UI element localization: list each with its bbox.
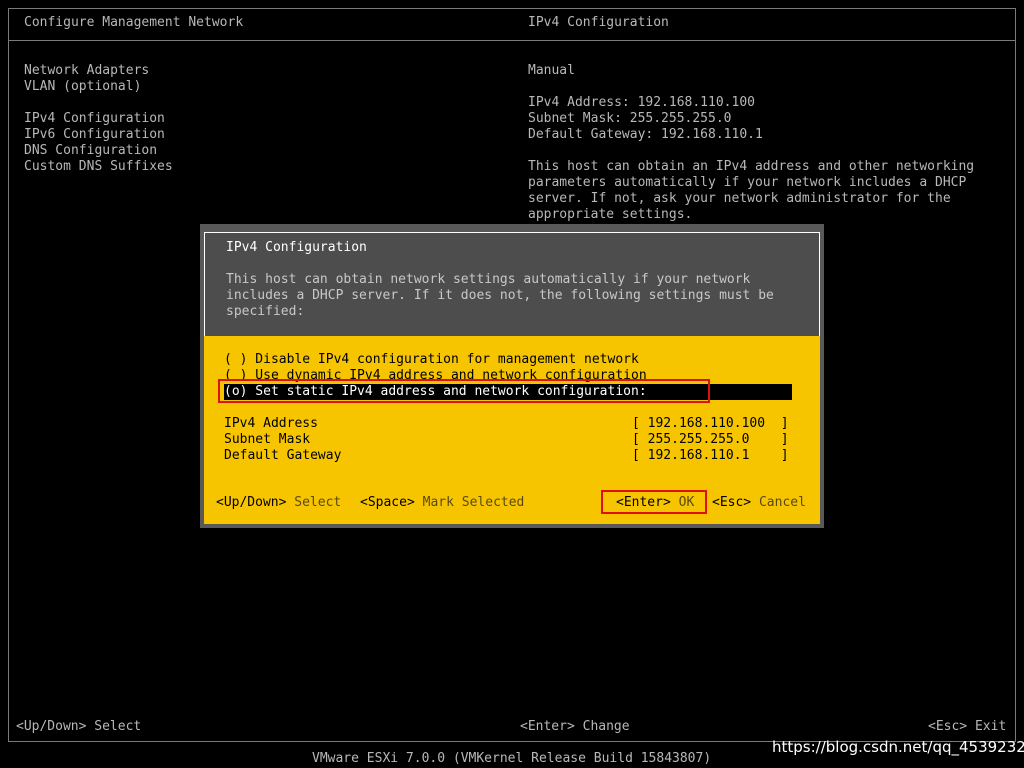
info-panel: Manual IPv4 Address: 192.168.110.100 Sub… (528, 63, 974, 223)
ipv4-address-input[interactable]: [ 192.168.110.100 ] (632, 416, 789, 432)
dialog-description: This host can obtain network settings au… (226, 272, 774, 320)
field-label-ipv4-address: IPv4 Address (224, 416, 318, 431)
dialog-title: IPv4 Configuration (226, 240, 367, 255)
dialog-header: IPv4 Configuration This host can obtain … (204, 232, 820, 336)
footer-hint-change: <Enter> Change (520, 719, 630, 734)
header-separator (8, 40, 1016, 41)
info-subnet-mask: Subnet Mask: 255.255.255.0 (528, 111, 732, 126)
watermark: https://blog.csdn.net/qq_45392321 (772, 738, 1024, 756)
key-hint-select: <Up/Down> Select (216, 495, 341, 511)
panel-title: IPv4 Configuration (528, 15, 669, 30)
menu-item-ipv4-configuration[interactable]: IPv4 Configuration (24, 111, 173, 127)
info-default-gateway: Default Gateway: 192.168.110.1 (528, 127, 763, 142)
settings-menu: Network Adapters VLAN (optional) IPv4 Co… (24, 63, 173, 175)
info-ipv4-address: IPv4 Address: 192.168.110.100 (528, 95, 755, 110)
footer-hint-exit: <Esc> Exit (928, 719, 1007, 734)
info-desc-line: appropriate settings. (528, 207, 693, 222)
key-space: <Space> (360, 495, 415, 510)
menu-item-custom-dns-suffixes[interactable]: Custom DNS Suffixes (24, 159, 173, 175)
menu-item-vlan[interactable]: VLAN (optional) (24, 79, 173, 95)
info-mode: Manual (528, 63, 575, 78)
menu-item-ipv6-configuration[interactable]: IPv6 Configuration (24, 127, 173, 143)
key-updown: <Up/Down> (216, 495, 287, 510)
key-esc-label: Cancel (758, 495, 806, 510)
field-label-subnet-mask: Subnet Mask (224, 432, 311, 447)
screen-title: Configure Management Network (24, 15, 244, 30)
key-esc: <Esc> (712, 495, 752, 510)
menu-item-dns-configuration[interactable]: DNS Configuration (24, 143, 173, 159)
dialog-desc-line: specified: (226, 304, 305, 319)
footer-hint-select: <Up/Down> Select (16, 719, 142, 734)
ipv4-config-dialog: IPv4 Configuration This host can obtain … (204, 232, 820, 524)
info-desc-line: This host can obtain an IPv4 address and… (528, 159, 975, 174)
info-desc-line: server. If not, ask your network adminis… (528, 191, 951, 206)
key-hint-mark: <Space> Mark Selected (360, 495, 524, 511)
field-label-default-gateway: Default Gateway (224, 448, 342, 463)
cancel-button[interactable]: <Esc> Cancel (712, 495, 806, 511)
menu-item-network-adapters[interactable]: Network Adapters (24, 63, 173, 79)
dialog-desc-line: includes a DHCP server. If it does not, … (226, 288, 774, 303)
option-disable-ipv4[interactable]: ( ) Disable IPv4 configuration for manag… (224, 352, 639, 368)
info-desc-line: parameters automatically if your network… (528, 175, 967, 190)
key-updown-label: Select (294, 495, 342, 510)
highlight-box-ok (601, 490, 707, 514)
default-gateway-input[interactable]: [ 192.168.110.1 ] (632, 448, 789, 464)
dialog-desc-line: This host can obtain network settings au… (226, 272, 751, 287)
version-string: VMware ESXi 7.0.0 (VMKernel Release Buil… (312, 751, 712, 766)
subnet-mask-input[interactable]: [ 255.255.255.0 ] (632, 432, 789, 448)
key-space-label: Mark Selected (422, 495, 525, 510)
highlight-box-static-option (218, 379, 710, 403)
